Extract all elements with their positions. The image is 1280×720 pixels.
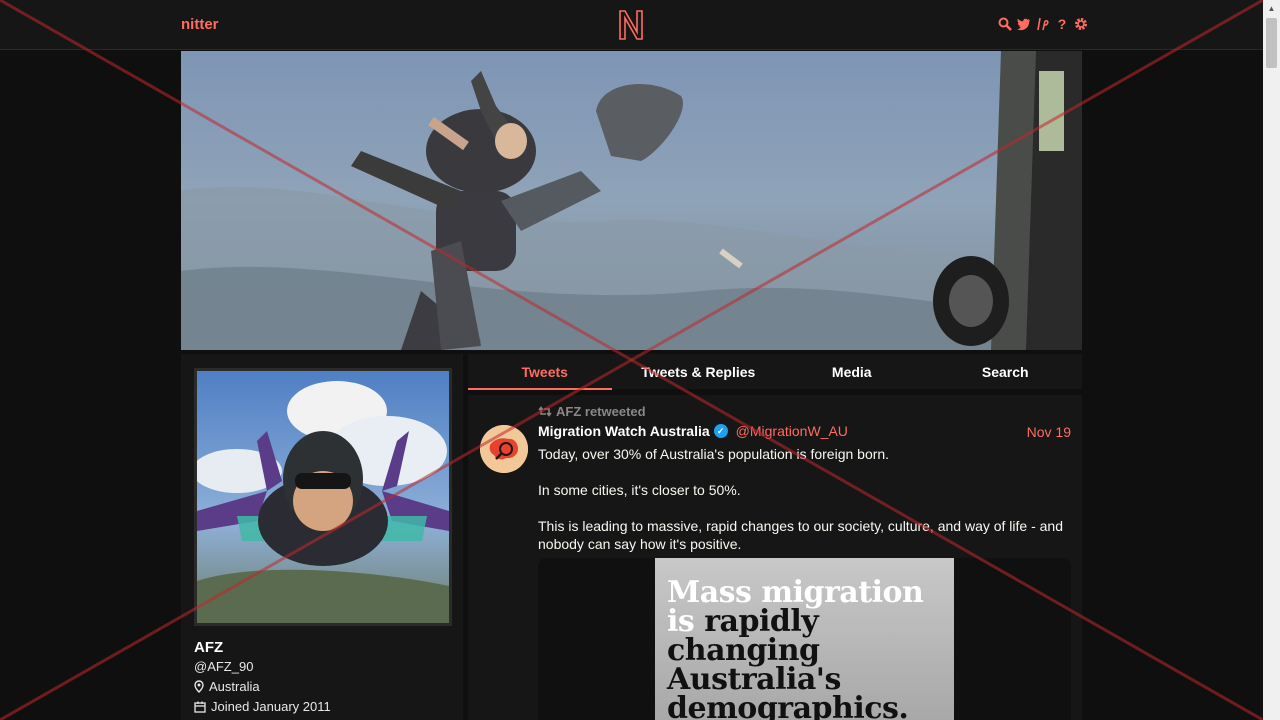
tweet-paragraph: In some cities, it's closer to 50%. xyxy=(538,482,741,498)
location-text: Australia xyxy=(209,679,260,694)
tab-tweets[interactable]: Tweets xyxy=(468,354,622,390)
timeline: AFZ retweeted Migration Watch Australia … xyxy=(468,395,1082,720)
tweet-paragraph: Today, over 30% of Australia's populatio… xyxy=(538,446,890,462)
profile-fullname[interactable]: AFZ xyxy=(194,639,223,656)
tweet-paragraph: This is leading to massive, rapid change… xyxy=(538,518,1064,552)
tweet-header: Migration Watch Australia ✓ @MigrationW_… xyxy=(538,423,848,439)
retweet-icon xyxy=(538,406,552,417)
map-pin-icon xyxy=(194,680,204,693)
avatar[interactable] xyxy=(194,368,452,626)
verified-icon: ✓ xyxy=(713,424,728,438)
profile-joined: Joined January 2011 xyxy=(194,699,331,714)
tweet-avatar[interactable] xyxy=(480,425,528,473)
profile-location: Australia xyxy=(194,679,260,694)
tweet-attachment[interactable]: Mass migration is rapidly changing Austr… xyxy=(538,558,1071,720)
search-icon[interactable] xyxy=(998,17,1012,31)
profile-banner[interactable] xyxy=(181,51,1082,350)
tab-tweets-replies[interactable]: Tweets & Replies xyxy=(622,354,776,389)
retweet-label: AFZ retweeted xyxy=(556,404,646,419)
tab-search[interactable]: Search xyxy=(929,354,1083,389)
tweet-fullname[interactable]: Migration Watch Australia xyxy=(538,423,710,439)
attachment-image[interactable]: Mass migration is rapidly changing Austr… xyxy=(655,558,954,720)
brand-link[interactable]: nitter xyxy=(181,16,219,33)
retweet-header: AFZ retweeted xyxy=(538,404,646,419)
twitter-icon[interactable] xyxy=(1017,17,1031,31)
joined-text: Joined January 2011 xyxy=(211,699,331,714)
tab-media[interactable]: Media xyxy=(775,354,929,389)
scroll-thumb[interactable] xyxy=(1266,18,1277,68)
tweet-content: Today, over 30% of Australia's populatio… xyxy=(538,445,1068,553)
nitter-logo[interactable] xyxy=(617,8,645,41)
nav-icons: ? xyxy=(998,16,1088,32)
lp-icon[interactable] xyxy=(1036,17,1050,31)
tweet-handle[interactable]: @MigrationW_AU xyxy=(736,423,848,439)
profile-card: AFZ @AFZ_90 Australia Joined January 201… xyxy=(181,354,463,720)
navbar: nitter ? xyxy=(0,0,1263,50)
tweet-date[interactable]: Nov 19 xyxy=(1027,424,1071,440)
attachment-image-text: Mass migration is rapidly changing Austr… xyxy=(667,575,924,720)
calendar-icon xyxy=(194,701,206,713)
vertical-scrollbar[interactable]: ▲ xyxy=(1263,0,1280,720)
help-icon[interactable]: ? xyxy=(1055,16,1069,32)
timeline-tabs: Tweets Tweets & Replies Media Search xyxy=(468,354,1083,390)
settings-icon[interactable] xyxy=(1074,17,1088,31)
scroll-up-arrow-icon[interactable]: ▲ xyxy=(1263,0,1280,17)
profile-username[interactable]: @AFZ_90 xyxy=(194,659,253,674)
